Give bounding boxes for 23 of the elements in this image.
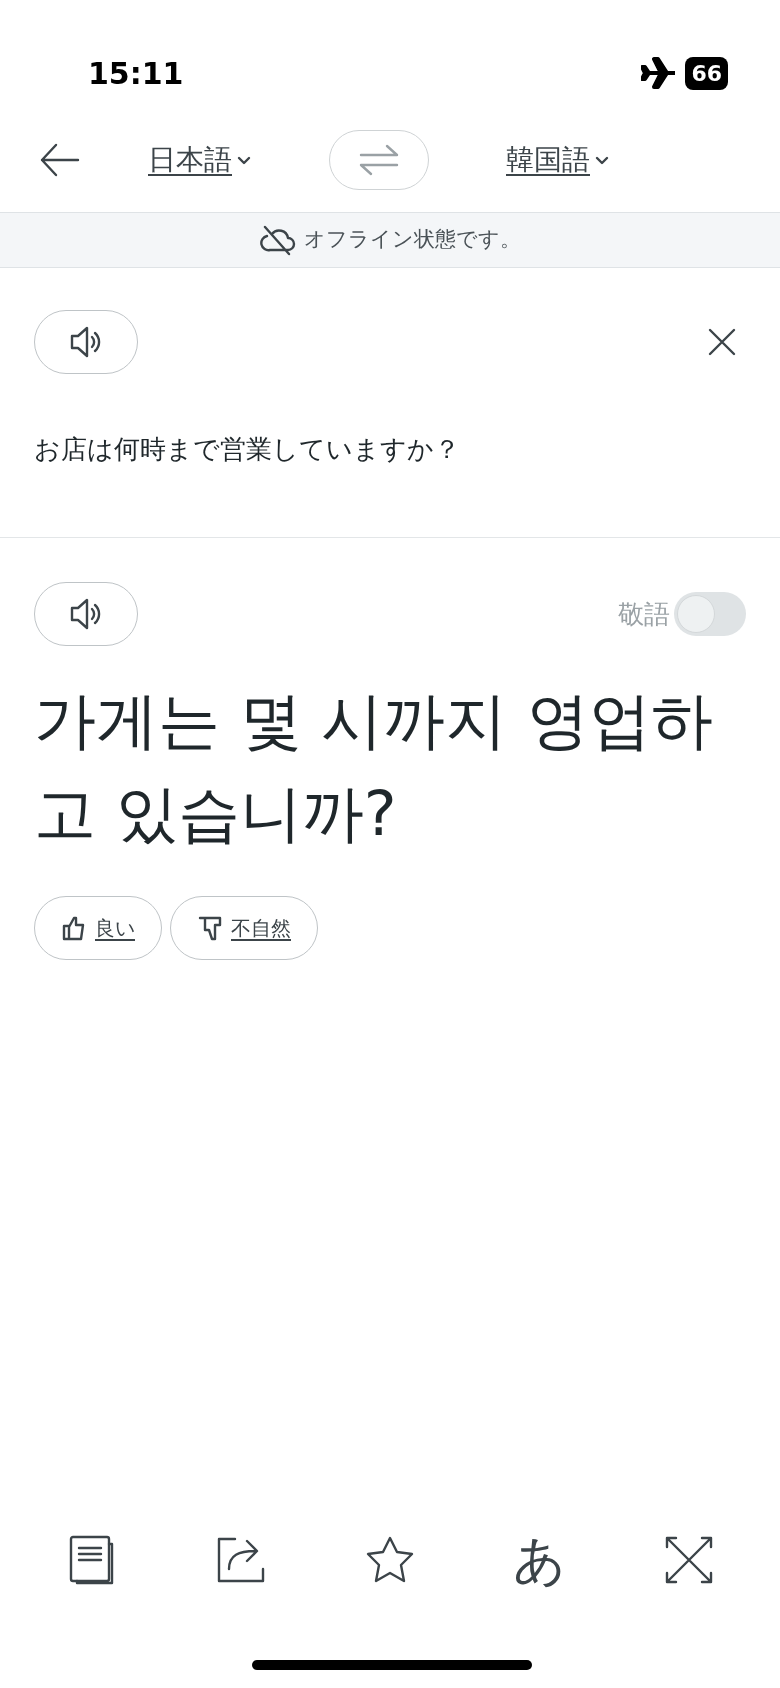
cloud-off-icon [259,224,296,256]
clock-time: 15:11 [88,54,184,93]
target-language-link[interactable]: 韓国語 [506,139,590,181]
swap-arrows-icon [359,144,399,176]
offline-message: オフライン状態です。 [303,226,521,254]
source-language-link[interactable]: 日本語 [148,139,232,181]
close-button[interactable] [706,326,738,358]
back-arrow-icon [38,142,82,178]
airplane-icon [641,57,678,89]
translated-text: 가게는 몇 시까지 영업하고 있습니까? [34,683,714,852]
thumbs-up-icon [61,915,87,941]
thumbs-down-icon [197,915,223,941]
source-text: お店は何時まで営業していますか？ [34,433,461,466]
honorific-toggle[interactable] [674,592,746,636]
honorific-label: 敬語 [618,597,670,631]
expand-icon [664,1535,715,1585]
star-icon [365,1535,415,1585]
furigana-button[interactable]: あ [504,1525,575,1595]
close-icon [706,326,738,358]
unnatural-feedback-button[interactable]: 不自然 [170,896,318,960]
share-icon [215,1535,266,1585]
battery-indicator: 66 [685,56,728,90]
good-feedback-button[interactable]: 良い [34,896,162,960]
